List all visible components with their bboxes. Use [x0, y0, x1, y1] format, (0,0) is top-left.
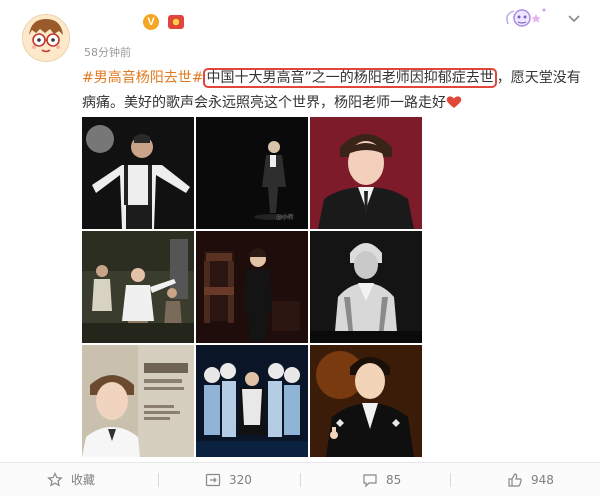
photo-3[interactable]	[310, 117, 422, 229]
repost-button[interactable]: 320	[205, 463, 252, 496]
post-text: #男高音杨阳去世# 中国十大男高音”之一的杨阳老师因抑郁症去世 ，愿天堂没有病痛。美…	[82, 66, 582, 116]
comment-button[interactable]: 85	[362, 463, 401, 496]
hashtag-link[interactable]: #男高音杨阳去世#	[82, 70, 203, 86]
avatar[interactable]	[22, 14, 70, 62]
photo-4[interactable]	[82, 231, 194, 343]
post-time[interactable]: 58分钟前	[84, 44, 131, 60]
thumb-up-icon	[508, 472, 522, 487]
divider	[158, 473, 159, 487]
like-button[interactable]: 948	[507, 463, 554, 496]
photo-7[interactable]	[82, 345, 194, 457]
photo-6[interactable]	[310, 231, 422, 343]
verified-v-icon: V	[143, 14, 159, 30]
like-count: 948	[531, 472, 554, 487]
divider	[300, 473, 301, 487]
repost-count: 320	[229, 472, 252, 487]
photo-8[interactable]	[196, 345, 308, 457]
divider	[450, 473, 451, 487]
chevron-down-icon[interactable]	[566, 10, 582, 26]
photo-2[interactable]: @小新	[196, 117, 308, 229]
heart-icon	[446, 96, 462, 108]
avatar-cartoon-icon	[23, 15, 69, 61]
action-bar: 收藏 320 85 948	[0, 462, 600, 496]
repost-icon	[205, 473, 221, 486]
red-envelope-icon[interactable]	[166, 13, 186, 31]
sticker-icon	[506, 8, 546, 27]
watermark-text: @小新	[276, 213, 294, 221]
photo-1[interactable]	[82, 117, 194, 229]
comment-count: 85	[386, 472, 402, 487]
comment-icon	[363, 473, 377, 487]
photo-9[interactable]	[310, 345, 422, 457]
favorite-label: 收藏	[71, 473, 96, 487]
highlighted-text: 中国十大男高音”之一的杨阳老师因抑郁症去世	[203, 68, 497, 88]
weibo-post-card: V 58分钟前 #男高音杨阳去世# 中国十大男高音”之一的杨阳老师因抑郁症去世 ，愿…	[0, 0, 600, 496]
favorite-button[interactable]: 收藏	[47, 463, 95, 496]
star-icon	[47, 471, 63, 487]
photo-5[interactable]	[196, 231, 308, 343]
